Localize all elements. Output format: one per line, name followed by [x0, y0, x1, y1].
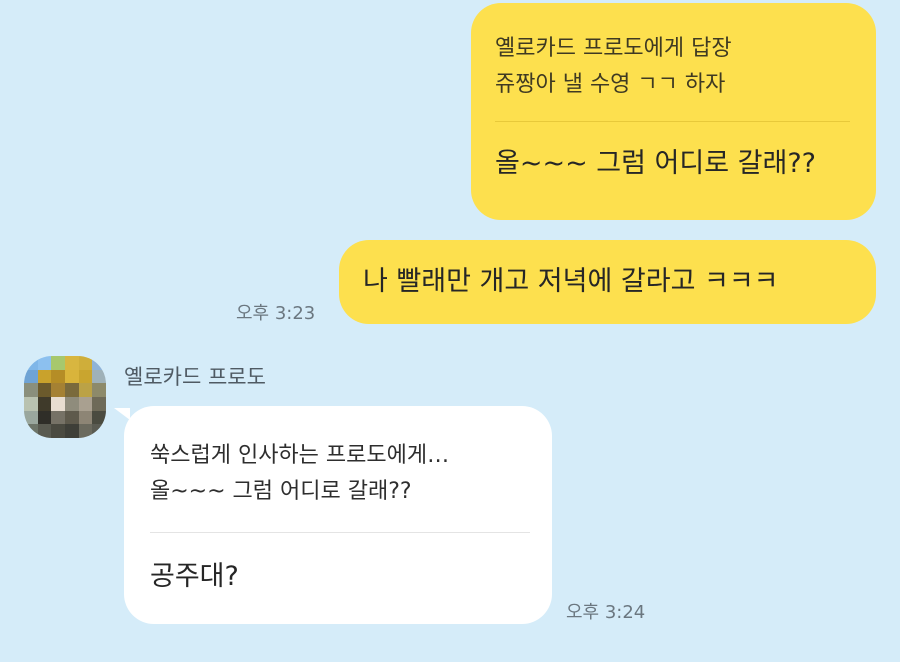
reply-quote-header: 옐로카드 프로도에게 답장: [495, 36, 732, 61]
received-message-bubble[interactable]: 쑥스럽게 인사하는 프로도에게… 올~~~ 그럼 어디로 갈래?? 공주대?: [124, 406, 552, 624]
reply-quote-text: 쥬짱아 낼 수영 ㄱㄱ 하자: [495, 72, 726, 97]
received-quote-header: 쑥스럽게 인사하는 프로도에게…: [150, 443, 450, 468]
received-message-text: 공주대?: [150, 561, 239, 592]
message-timestamp: 오후 3:23: [236, 303, 316, 324]
message-timestamp: 오후 3:24: [566, 602, 646, 623]
reply-divider: [495, 121, 850, 122]
received-divider: [150, 532, 530, 533]
reply-message-bubble[interactable]: 옐로카드 프로도에게 답장 쥬짱아 낼 수영 ㄱㄱ 하자 올~~~ 그럼 어디로…: [471, 3, 876, 220]
sent-message-bubble[interactable]: 나 빨래만 개고 저녁에 갈라고 ㅋㅋㅋ: [339, 240, 876, 324]
bubble-tail: [114, 408, 130, 420]
sender-name[interactable]: 옐로카드 프로도: [124, 361, 266, 391]
avatar[interactable]: [24, 356, 106, 438]
received-quote-text: 올~~~ 그럼 어디로 갈래??: [150, 479, 412, 504]
sent-message-text: 나 빨래만 개고 저녁에 갈라고 ㅋㅋㅋ: [363, 266, 779, 297]
reply-message-text: 올~~~ 그럼 어디로 갈래??: [495, 148, 816, 179]
